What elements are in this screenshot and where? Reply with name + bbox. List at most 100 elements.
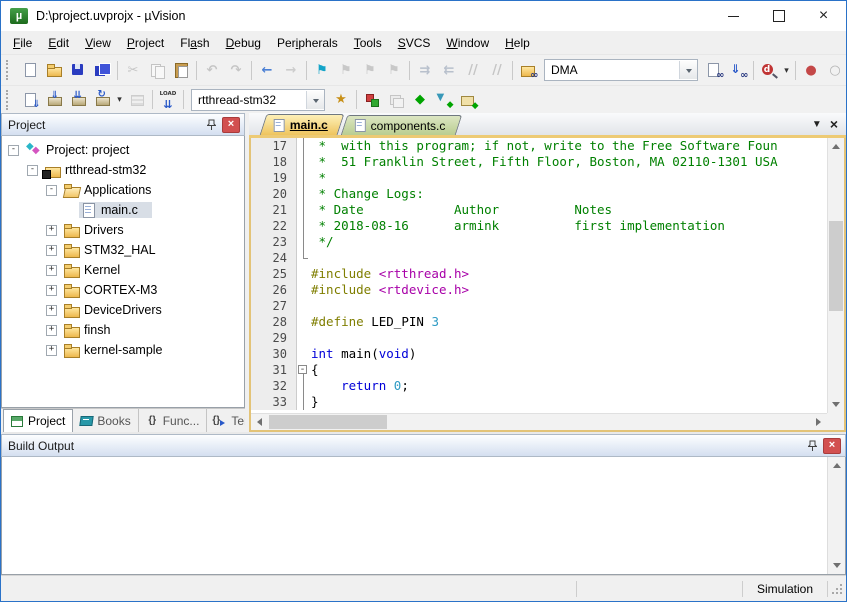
tree-item-stm32-hal[interactable]: +STM32_HAL — [2, 240, 244, 260]
scroll-up-button[interactable] — [828, 138, 844, 154]
panel-tab-books[interactable]: Books — [73, 409, 138, 432]
collapse-icon[interactable]: - — [46, 185, 57, 196]
build-button[interactable] — [42, 88, 66, 111]
tree-item-devicedrivers[interactable]: + DeviceDrivers — [2, 300, 244, 320]
menu-peripherals[interactable]: Peripherals — [269, 33, 346, 53]
menu-flash[interactable]: Flash — [172, 33, 217, 53]
expand-icon[interactable]: + — [46, 325, 57, 336]
tree-item-project-project[interactable]: -Project: project — [2, 140, 244, 160]
menu-project[interactable]: Project — [119, 33, 172, 53]
tree-item-finsh[interactable]: +finsh — [2, 320, 244, 340]
paste-button[interactable] — [169, 59, 193, 82]
rebuild-all-button[interactable] — [66, 88, 90, 111]
insert-bookmark-button[interactable] — [310, 59, 334, 82]
tree-item-applications[interactable]: -Applications — [2, 180, 244, 200]
find-text-dropdown-button[interactable] — [679, 61, 697, 79]
expand-icon[interactable]: + — [46, 305, 57, 316]
build-output-panel: Build Output × — [1, 432, 846, 575]
expand-icon[interactable]: + — [46, 245, 57, 256]
menu-tools[interactable]: Tools — [346, 33, 390, 53]
navigate-back-button[interactable] — [255, 59, 279, 82]
scroll-down-button[interactable] — [828, 558, 845, 574]
build-output-scrollbar[interactable] — [827, 457, 845, 574]
file-extensions-books-environment-button[interactable] — [360, 88, 384, 111]
maximize-button[interactable] — [756, 1, 801, 31]
pack-installer-icon — [460, 92, 477, 108]
fold-collapse-icon[interactable] — [297, 362, 311, 378]
resize-grip[interactable] — [828, 580, 846, 598]
document-tab-components-c[interactable]: components.c — [341, 115, 462, 135]
document-tab-main-c[interactable]: main.c — [260, 114, 345, 135]
editor-vertical-scrollbar[interactable] — [827, 138, 844, 413]
tree-item-main-c[interactable]: main.c — [2, 200, 244, 220]
select-target-dropdown-button[interactable] — [306, 91, 324, 109]
options-for-target-button[interactable] — [329, 88, 353, 111]
editor-horizontal-scrollbar[interactable] — [251, 413, 827, 430]
expand-icon[interactable]: + — [46, 265, 57, 276]
close-document-button[interactable]: × — [826, 117, 846, 131]
build-output-content[interactable] — [1, 457, 846, 575]
manage-run-time-environment-button[interactable] — [408, 88, 432, 111]
menu-view[interactable]: View — [77, 33, 119, 53]
panel-tab-func[interactable]: Func... — [139, 409, 208, 432]
translate-file-button[interactable] — [18, 88, 42, 111]
close-panel-button[interactable]: × — [222, 117, 240, 133]
scroll-up-button[interactable] — [828, 457, 845, 473]
navigate-back-icon — [259, 62, 276, 78]
select-target-combobox[interactable]: rtthread-stm32 — [191, 89, 325, 111]
batch-build-options-dropdown-button[interactable]: ▾ — [114, 88, 125, 111]
tab-list-dropdown-button[interactable]: ▼ — [808, 119, 826, 130]
save-button[interactable] — [66, 59, 90, 82]
find-in-files-button[interactable] — [516, 59, 540, 82]
pin-button[interactable] — [203, 117, 219, 132]
minimize-button[interactable] — [711, 1, 756, 31]
panel-tab-project[interactable]: Project — [3, 409, 73, 432]
batch-build-button[interactable] — [90, 88, 114, 111]
code-area[interactable]: 17 * with this program; if not, write to… — [251, 138, 827, 413]
fold-margin — [297, 154, 311, 170]
menu-debug[interactable]: Debug — [218, 33, 269, 53]
scroll-right-button[interactable] — [811, 414, 827, 430]
open-file-button[interactable] — [42, 59, 66, 82]
insert-remove-breakpoint-button[interactable] — [799, 59, 823, 82]
incremental-find-button[interactable] — [726, 59, 750, 82]
expand-icon[interactable]: + — [46, 345, 57, 356]
incremental-find-icon — [730, 62, 747, 78]
tree-node: DeviceDrivers — [62, 302, 176, 318]
find-text-combobox[interactable]: DMA — [544, 59, 698, 81]
start-stop-debug-session-button[interactable] — [757, 59, 781, 82]
menu-help[interactable]: Help — [497, 33, 538, 53]
tree-item-rtthread-stm32[interactable]: -rtthread-stm32 — [2, 160, 244, 180]
tree-item-cortex-m3[interactable]: +CORTEX-M3 — [2, 280, 244, 300]
toolbar-grip[interactable] — [6, 90, 13, 110]
debug-options-dropdown-button[interactable]: ▾ — [781, 59, 792, 82]
select-software-packs-button[interactable] — [432, 88, 456, 111]
toolbar-grip[interactable] — [6, 60, 13, 80]
collapse-icon[interactable]: - — [27, 165, 38, 176]
expand-icon[interactable]: + — [46, 285, 57, 296]
pack-installer-button[interactable] — [456, 88, 480, 111]
enable-disable-breakpoint-button[interactable] — [823, 59, 846, 82]
pin-button[interactable] — [804, 438, 820, 453]
download-button[interactable] — [156, 88, 180, 111]
save-all-button[interactable] — [90, 59, 114, 82]
expand-icon[interactable]: + — [46, 225, 57, 236]
rebuild-all-icon — [70, 92, 87, 108]
tree-item-kernel[interactable]: +Kernel — [2, 260, 244, 280]
menu-window[interactable]: Window — [438, 33, 497, 53]
collapse-icon[interactable]: - — [8, 145, 19, 156]
menu-edit[interactable]: Edit — [40, 33, 77, 53]
menu-svcs[interactable]: SVCS — [390, 33, 439, 53]
find-next-button[interactable] — [702, 59, 726, 82]
horizontal-scroll-thumb[interactable] — [269, 415, 387, 429]
vertical-scroll-thumb[interactable] — [829, 221, 843, 312]
tree-item-drivers[interactable]: +Drivers — [2, 220, 244, 240]
menu-file[interactable]: File — [5, 33, 40, 53]
new-file-button[interactable] — [18, 59, 42, 82]
scroll-left-button[interactable] — [251, 414, 267, 430]
scroll-down-button[interactable] — [828, 397, 844, 413]
comment-button — [461, 59, 485, 82]
close-panel-button[interactable]: × — [823, 438, 841, 454]
close-button[interactable]: × — [801, 1, 846, 31]
tree-item-kernel-sample[interactable]: +kernel-sample — [2, 340, 244, 360]
